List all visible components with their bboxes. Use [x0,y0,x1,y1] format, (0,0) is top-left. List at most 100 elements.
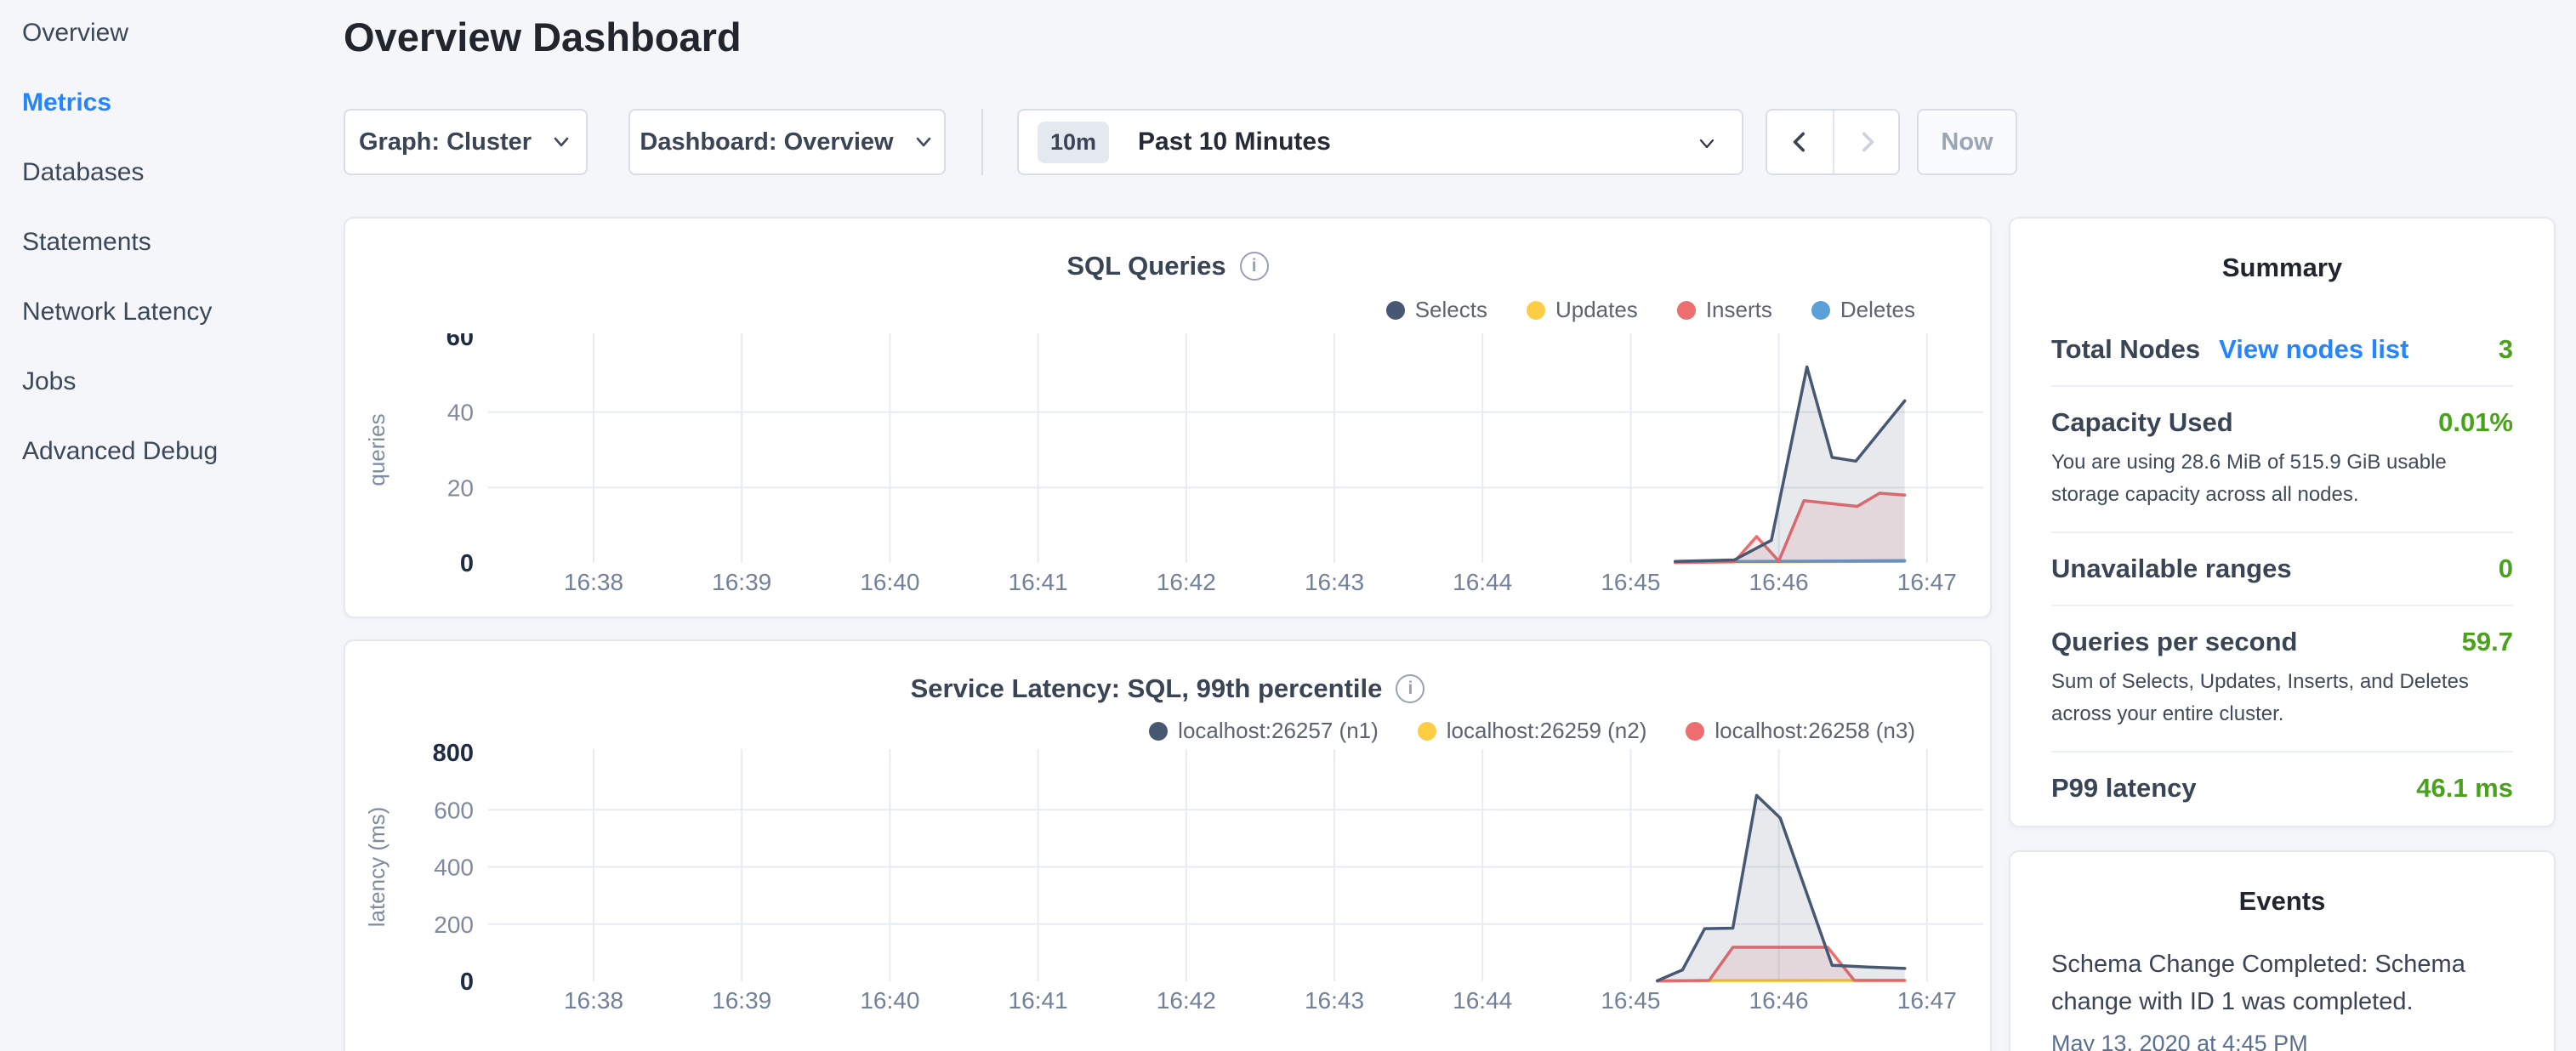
summary-row-label: Queries per second [2051,627,2297,657]
legend-item-deletes[interactable]: Deletes [1811,297,1915,323]
svg-text:16:44: 16:44 [1453,987,1512,1014]
summary-row-queries-per-second: Queries per second 59.7 Sum of Selects, … [2051,605,2513,751]
summary-row-description: You are using 28.6 MiB of 515.9 GiB usab… [2051,446,2513,511]
service-latency-chart-card: Service Latency: SQL, 99th percentile i … [344,639,1992,1051]
svg-text:400: 400 [434,855,474,881]
sidebar: Overview Metrics Databases Statements Ne… [0,0,344,507]
svg-text:16:43: 16:43 [1305,569,1364,595]
svg-text:16:41: 16:41 [1009,987,1068,1014]
svg-text:16:43: 16:43 [1305,987,1364,1014]
svg-text:16:47: 16:47 [1897,987,1957,1014]
sidebar-item-overview[interactable]: Overview [0,19,344,47]
chevron-down-icon [1696,133,1718,155]
summary-row-value: 46.1 ms [2416,773,2513,804]
legend-dot [1677,301,1696,320]
summary-row-unavailable-ranges: Unavailable ranges 0 [2051,531,2513,605]
svg-text:16:42: 16:42 [1157,987,1216,1014]
svg-text:600: 600 [434,797,474,823]
svg-text:0: 0 [460,969,474,996]
legend-dot [1527,301,1545,320]
main-content: Overview Dashboard Graph: Cluster Dashbo… [344,0,1992,1051]
events-title: Events [2051,886,2513,917]
svg-text:16:42: 16:42 [1157,569,1216,595]
summary-row-value: 59.7 [2462,627,2513,657]
time-window-prev-button[interactable] [1767,111,1833,173]
legend-dot [1386,301,1405,320]
svg-text:800: 800 [433,740,474,767]
svg-text:16:47: 16:47 [1897,569,1957,595]
svg-text:16:38: 16:38 [564,569,623,595]
svg-text:20: 20 [447,474,474,501]
summary-row-total-nodes: Total Nodes View nodes list 3 [2051,314,2513,385]
svg-text:16:39: 16:39 [712,569,771,595]
svg-text:16:46: 16:46 [1749,987,1809,1014]
sidebar-item-statements[interactable]: Statements [0,228,344,256]
overview-dashboard-page: Overview Metrics Databases Statements Ne… [0,0,2576,1051]
chevron-down-icon [550,131,572,153]
time-window-dropdown[interactable]: 10m Past 10 Minutes [1017,109,1743,175]
view-nodes-list-link[interactable]: View nodes list [2219,334,2408,365]
svg-text:60: 60 [446,333,474,351]
svg-text:16:38: 16:38 [564,987,623,1014]
legend-label: Updates [1555,297,1638,323]
legend-label: Deletes [1840,297,1915,323]
summary-row-p99-latency: P99 latency 46.1 ms [2051,751,2513,824]
legend-item-inserts[interactable]: Inserts [1677,297,1772,323]
summary-row-value: 0.01% [2438,407,2513,438]
legend-dot [1811,301,1830,320]
dashboard-dropdown-label: Dashboard: Overview [640,128,893,156]
sidebar-item-metrics[interactable]: Metrics [0,88,344,116]
sidebar-item-network-latency[interactable]: Network Latency [0,298,344,326]
controls-bar: Graph: Cluster Dashboard: Overview 10m P… [344,109,2017,175]
chevron-right-icon [1854,129,1879,155]
chart-legend: Selects Updates Inserts Deletes [1386,297,1915,323]
svg-text:16:40: 16:40 [860,987,919,1014]
svg-text:queries: queries [364,413,390,486]
event-timestamp: May 13, 2020 at 4:45 PM [2051,1031,2513,1051]
summary-title: Summary [2051,253,2513,283]
sidebar-item-databases[interactable]: Databases [0,158,344,186]
page-title: Overview Dashboard [344,14,742,60]
svg-text:0: 0 [460,550,474,577]
svg-text:16:45: 16:45 [1601,569,1660,595]
event-item: Schema Change Completed: Schema change w… [2051,946,2513,1051]
legend-item-selects[interactable]: Selects [1386,297,1487,323]
sidebar-item-jobs[interactable]: Jobs [0,367,344,395]
svg-text:16:40: 16:40 [860,569,919,595]
svg-text:200: 200 [434,912,474,938]
time-window-next-button[interactable] [1833,111,1898,173]
summary-row-description: Sum of Selects, Updates, Inserts, and De… [2051,666,2513,730]
summary-row-label: Capacity Used [2051,407,2233,438]
sql-queries-chart: 0 20 40 60 16:38 16:39 16:40 16:41 16:42 16:43 16:… [345,333,1990,605]
summary-row-label: Unavailable ranges [2051,554,2292,584]
graph-scope-dropdown-label: Graph: Cluster [359,128,532,156]
event-message: Schema Change Completed: Schema change w… [2051,946,2513,1020]
now-button[interactable]: Now [1917,109,2017,175]
chart-title: Service Latency: SQL, 99th percentile [911,673,1383,704]
dashboard-dropdown[interactable]: Dashboard: Overview [628,109,946,175]
svg-text:latency (ms): latency (ms) [364,807,390,928]
legend-label: Selects [1415,297,1487,323]
summary-row-label: P99 latency [2051,773,2197,804]
divider [981,109,983,175]
summary-row-value: 3 [2499,334,2513,365]
summary-row-capacity-used: Capacity Used 0.01% You are using 28.6 M… [2051,385,2513,531]
chevron-left-icon [1788,129,1813,155]
summary-panel: Summary Total Nodes View nodes list 3 Ca… [2009,217,2556,827]
svg-text:40: 40 [447,400,474,426]
info-icon[interactable]: i [1396,674,1424,703]
time-window-pager [1766,109,1900,175]
sidebar-item-advanced-debug[interactable]: Advanced Debug [0,437,344,465]
events-panel: Events Schema Change Completed: Schema c… [2009,850,2556,1051]
legend-item-updates[interactable]: Updates [1527,297,1638,323]
legend-label: Inserts [1706,297,1772,323]
service-latency-chart: 0 200 400 600 800 16:38 16:39 16:40 16:41 16:42 16… [345,724,1990,1018]
info-icon[interactable]: i [1240,252,1269,281]
time-window-badge: 10m [1038,122,1109,163]
svg-text:16:41: 16:41 [1009,569,1068,595]
chart-title: SQL Queries [1066,251,1225,281]
graph-scope-dropdown[interactable]: Graph: Cluster [344,109,588,175]
summary-row-label: Total Nodes [2051,334,2200,365]
svg-text:16:39: 16:39 [712,987,771,1014]
svg-text:16:46: 16:46 [1749,569,1809,595]
